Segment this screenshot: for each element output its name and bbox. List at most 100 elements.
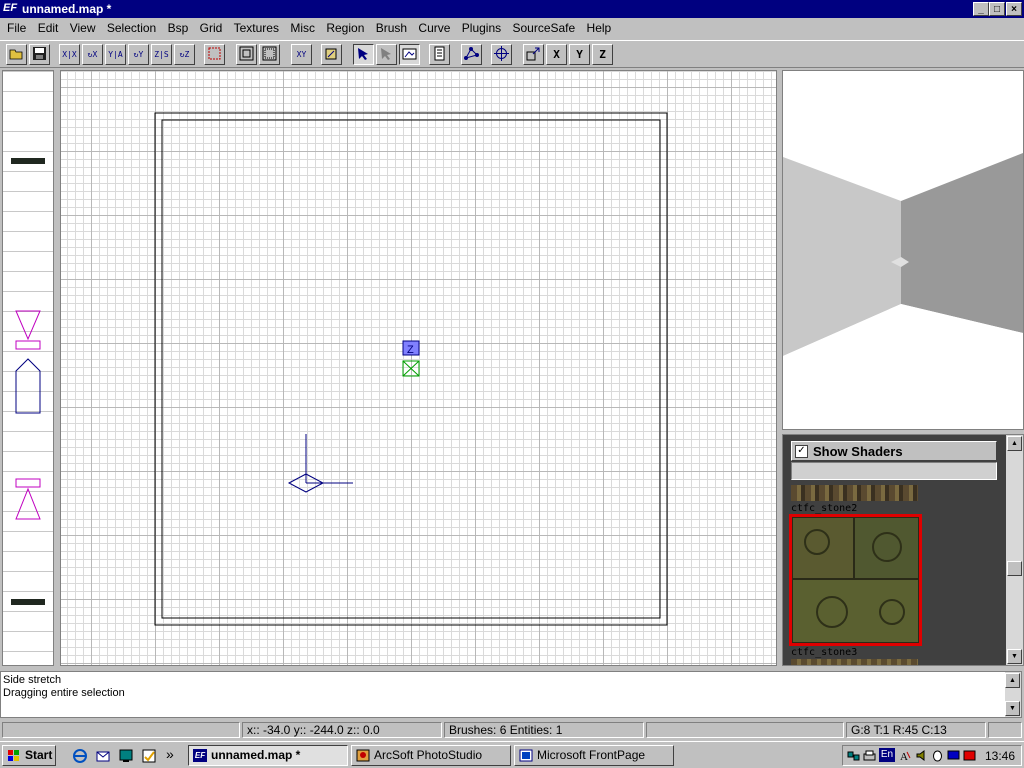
desktop-icon[interactable]	[118, 748, 134, 764]
scroll-thumb[interactable]	[1007, 561, 1022, 576]
y-axis-button[interactable]: Y	[569, 44, 590, 65]
menu-textures[interactable]: Textures	[230, 19, 283, 37]
z-axis-button[interactable]: Z	[592, 44, 613, 65]
xy-view[interactable]: Z	[60, 70, 777, 666]
scale-button[interactable]	[523, 44, 544, 65]
quick-launch-more[interactable]: »	[166, 746, 174, 762]
menu-edit[interactable]: Edit	[34, 19, 63, 37]
camera-icon[interactable]	[287, 434, 353, 493]
csg-subtract-button[interactable]	[236, 44, 257, 65]
alert-icon[interactable]	[963, 749, 976, 762]
camera-view[interactable]	[782, 70, 1024, 430]
z-axis-icon: Z	[599, 48, 606, 61]
camera-button[interactable]	[399, 44, 420, 65]
ie-icon[interactable]	[72, 748, 88, 764]
menu-file[interactable]: File	[3, 19, 30, 37]
menu-plugins[interactable]: Plugins	[458, 19, 505, 37]
entity-origin-icon[interactable]	[402, 360, 420, 377]
status-pane-empty	[646, 722, 844, 738]
scroll-down-button[interactable]: ▼	[1007, 649, 1022, 664]
volume-icon[interactable]	[915, 749, 928, 762]
x-axis-button[interactable]: X	[546, 44, 567, 65]
save-button[interactable]	[29, 44, 50, 65]
z-brush-top-marker	[11, 158, 45, 164]
show-shaders-toggle[interactable]: ✓ Show Shaders	[791, 441, 997, 461]
z-view[interactable]	[2, 70, 54, 666]
menu-sourcesafe[interactable]: SourceSafe	[508, 19, 579, 37]
texture-thumbnail-ctfc-stone2-selected[interactable]	[789, 514, 922, 646]
status-bar: x:: -34.0 y:: -244.0 z:: 0.0 Brushes: 6 …	[0, 720, 1024, 740]
view-change-button[interactable]: XY	[291, 44, 312, 65]
z-view-canvas[interactable]	[3, 71, 53, 665]
close-button[interactable]: ×	[1006, 2, 1022, 16]
maximize-button[interactable]: □	[989, 2, 1005, 16]
clock[interactable]: 13:46	[985, 749, 1015, 763]
texture-filter-input[interactable]	[791, 462, 997, 480]
mouse-icon[interactable]	[931, 749, 944, 762]
quick-launch: »	[64, 746, 184, 766]
console-scroll-up[interactable]: ▲	[1005, 673, 1020, 688]
console-log[interactable]: Side stretch Dragging entire selection ▲…	[0, 671, 1022, 718]
task-arcsoft-photostudio[interactable]: ArcSoft PhotoStudio	[351, 745, 511, 766]
vertex-icon	[464, 47, 479, 60]
maximize-icon: □	[993, 4, 1001, 15]
menu-curve[interactable]: Curve	[414, 19, 454, 37]
rotate-z-button[interactable]: ↻Z	[174, 44, 195, 65]
texture-browser[interactable]: ✓ Show Shaders ctfc_stone2 ctfc_stone3 ▲…	[782, 434, 1024, 666]
menu-bsp[interactable]: Bsp	[164, 19, 193, 37]
scroll-up-button[interactable]: ▲	[1007, 436, 1022, 451]
texture-scrollbar[interactable]: ▲ ▼	[1006, 435, 1023, 665]
texture-thumbnail-ctfc-stone1[interactable]	[791, 485, 918, 501]
rotate-x-button[interactable]: ↻X	[82, 44, 103, 65]
vertex-button[interactable]	[461, 44, 482, 65]
network-icon[interactable]	[847, 749, 860, 762]
title-bar[interactable]: EF unnamed.map * _ □ ×	[0, 0, 1024, 18]
xy-view-canvas[interactable]: Z	[61, 71, 776, 665]
csg-merge-button[interactable]	[259, 44, 280, 65]
menu-region[interactable]: Region	[322, 19, 368, 37]
app-icon[interactable]: EF	[3, 2, 17, 14]
select-complete-tall-button[interactable]	[204, 44, 225, 65]
menu-selection[interactable]: Selection	[103, 19, 160, 37]
flip-x-button[interactable]: X|X	[59, 44, 80, 65]
flip-z-button[interactable]: Z|S	[151, 44, 172, 65]
open-button[interactable]	[6, 44, 27, 65]
scroll-up-icon: ▲	[1009, 677, 1016, 684]
close-icon: ×	[1011, 4, 1017, 15]
z-origin-marker[interactable]: Z	[402, 340, 420, 356]
entity-list-button[interactable]	[429, 44, 450, 65]
menu-view[interactable]: View	[66, 19, 100, 37]
status-brush-count: Brushes: 6 Entities: 1	[444, 722, 644, 738]
z-entity-top-triangle	[15, 310, 41, 341]
language-indicator[interactable]: En	[879, 748, 895, 762]
camera-view-canvas[interactable]	[783, 71, 1023, 429]
drag-mode-button[interactable]	[491, 44, 512, 65]
minimize-button[interactable]: _	[973, 2, 989, 16]
channels-icon[interactable]	[141, 748, 157, 764]
entity-list-icon	[434, 46, 445, 61]
menu-brush[interactable]: Brush	[372, 19, 411, 37]
texture-thumbnail-ctfc-stone3[interactable]	[791, 659, 918, 665]
open-icon	[9, 49, 23, 60]
printer-icon[interactable]	[863, 749, 876, 762]
show-shaders-checkbox[interactable]: ✓	[795, 445, 808, 458]
rotate-z-icon: ↻Z	[179, 50, 190, 59]
texture-button[interactable]	[321, 44, 342, 65]
display-icon[interactable]	[947, 749, 960, 762]
outlook-icon[interactable]	[95, 748, 111, 764]
menu-grid[interactable]: Grid	[196, 19, 227, 37]
console-scroll-down[interactable]: ▼	[1005, 701, 1020, 716]
select-touching-button[interactable]	[376, 44, 397, 65]
flip-y-button[interactable]: Y|A	[105, 44, 126, 65]
task-microsoft-frontpage[interactable]: Microsoft FrontPage	[514, 745, 674, 766]
z-camera-marker	[15, 358, 41, 414]
rotate-y-button[interactable]: ↻Y	[128, 44, 149, 65]
task-unnamed-map[interactable]: EF unnamed.map *	[188, 745, 348, 766]
clipper-button[interactable]	[353, 44, 374, 65]
menu-misc[interactable]: Misc	[286, 19, 319, 37]
start-button[interactable]: Start	[2, 745, 56, 766]
console-scrollbar[interactable]: ▲ ▼	[1005, 672, 1021, 717]
text-services-icon[interactable]: A	[899, 749, 912, 762]
ef-icon: EF	[193, 749, 207, 762]
menu-help[interactable]: Help	[583, 19, 616, 37]
